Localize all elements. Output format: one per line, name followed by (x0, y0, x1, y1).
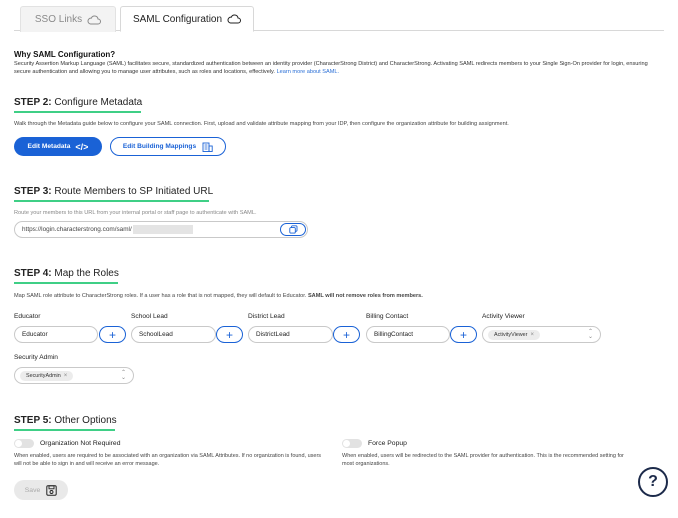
sp-initiated-url-field[interactable]: https://login.characterstrong.com/saml/ (14, 221, 308, 238)
activity-viewer-label: Activity Viewer (482, 313, 525, 320)
cloud-icon (227, 14, 242, 24)
step4-title: Map the Roles (54, 268, 119, 279)
remove-chip-icon[interactable]: × (64, 373, 68, 379)
step2-underline (14, 111, 141, 113)
plus-icon: + (108, 327, 116, 342)
add-educator-button[interactable]: + (99, 326, 126, 343)
step2-heading: STEP 2: Configure Metadata (14, 97, 142, 108)
step4-desc-warning: SAML will not remove roles from members. (307, 293, 423, 299)
force-popup-toggle[interactable] (342, 439, 362, 448)
district-lead-input[interactable]: DistrictLead (248, 326, 333, 343)
tab-saml-configuration[interactable]: SAML Configuration (120, 6, 254, 32)
activity-viewer-chip: ActivityViewer × (488, 329, 540, 340)
tab-saml-configuration-label: SAML Configuration (132, 13, 223, 25)
school-lead-label: School Lead (131, 313, 168, 320)
copy-url-button[interactable] (280, 223, 306, 236)
step5-prefix: STEP 5: (14, 415, 52, 426)
step4-desc: Map SAML role attribute to CharacterStro… (14, 293, 423, 299)
force-popup-desc: When enabled, users will be redirected t… (342, 453, 624, 467)
district-lead-label: District Lead (248, 313, 285, 320)
code-icon: </> (75, 141, 89, 152)
building-icon (202, 142, 213, 152)
cloud-icon (87, 15, 102, 24)
edit-building-mappings-label: Edit Building Mappings (122, 143, 197, 150)
why-saml-text: Security Assertion Markup Language (SAML… (14, 61, 664, 76)
billing-contact-input[interactable]: BillingContact (366, 326, 450, 343)
save-label: Save (24, 486, 41, 494)
add-district-lead-button[interactable]: + (333, 326, 360, 343)
step4-underline (14, 282, 118, 284)
sp-initiated-url: https://login.characterstrong.com/saml/ (22, 226, 132, 233)
edit-metadata-button[interactable]: Edit Metadata </> (14, 137, 102, 156)
help-button[interactable]: ? (638, 467, 668, 497)
plus-icon: + (459, 327, 467, 342)
force-popup-label: Force Popup (368, 440, 407, 447)
add-billing-contact-button[interactable]: + (450, 326, 477, 343)
step2-prefix: STEP 2: (14, 97, 52, 108)
plus-icon: + (225, 327, 233, 342)
step5-title: Other Options (54, 415, 117, 426)
add-school-lead-button[interactable]: + (216, 326, 243, 343)
educator-label: Educator (14, 313, 41, 320)
security-admin-chip-label: SecurityAdmin (26, 372, 61, 379)
org-not-required-label: Organization Not Required (40, 440, 121, 447)
activity-viewer-chip-label: ActivityViewer (494, 331, 528, 338)
tab-sso-links-label: SSO Links (34, 14, 83, 25)
step2-desc: Walk through the Metadata guide below to… (14, 121, 509, 127)
learn-more-link[interactable]: Learn more about SAML. (277, 69, 340, 75)
edit-metadata-label: Edit Metadata (27, 143, 71, 150)
activity-viewer-select[interactable]: ActivityViewer × ⌃ ⌄ (482, 326, 601, 343)
security-admin-select[interactable]: SecurityAdmin × ⌃ ⌄ (14, 367, 134, 384)
step4-desc-text: Map SAML role attribute to CharacterStro… (14, 293, 307, 299)
edit-building-mappings-button[interactable]: Edit Building Mappings (110, 137, 226, 156)
educator-input[interactable]: Educator (14, 326, 98, 343)
redacted-url-segment (132, 225, 193, 234)
floppy-disk-icon (46, 484, 57, 496)
security-admin-chip: SecurityAdmin × (20, 370, 74, 381)
org-not-required-desc: When enabled, users are required to be a… (14, 453, 322, 467)
tab-sso-links[interactable]: SSO Links (20, 6, 116, 32)
plus-icon: + (342, 327, 350, 342)
step5-underline (14, 429, 115, 431)
school-lead-input[interactable]: SchoolLead (131, 326, 216, 343)
step2-title: Configure Metadata (54, 97, 143, 108)
question-mark-icon: ? (648, 473, 658, 490)
step4-prefix: STEP 4: (14, 268, 52, 279)
save-button[interactable]: Save (14, 480, 68, 500)
why-saml-title: Why SAML Configuration? (14, 50, 116, 59)
copy-icon (288, 225, 297, 234)
step3-heading: STEP 3: Route Members to SP Initiated UR… (14, 186, 213, 197)
step3-desc: Route your members to this URL from your… (14, 210, 257, 216)
tab-bar: SSO Links SAML Configuration (14, 6, 664, 32)
chevron-updown-icon: ⌃ ⌄ (120, 370, 126, 381)
step3-prefix: STEP 3: (14, 186, 52, 197)
security-admin-label: Security Admin (14, 354, 58, 361)
step3-underline (14, 200, 209, 202)
step5-heading: STEP 5: Other Options (14, 415, 117, 426)
chevron-updown-icon: ⌃ ⌄ (587, 329, 593, 340)
step3-title: Route Members to SP Initiated URL (54, 186, 214, 197)
remove-chip-icon[interactable]: × (530, 332, 534, 338)
billing-contact-label: Billing Contact (366, 313, 409, 320)
step4-heading: STEP 4: Map the Roles (14, 268, 119, 279)
org-not-required-toggle[interactable] (14, 439, 34, 448)
